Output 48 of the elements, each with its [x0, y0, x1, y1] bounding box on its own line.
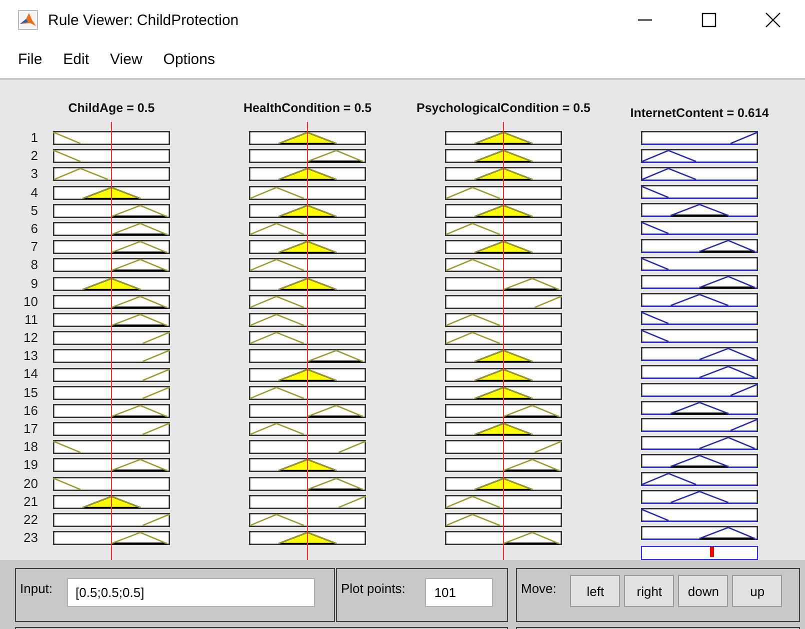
rule-number: 4	[30, 184, 39, 202]
rule-number: 23	[22, 529, 39, 548]
rule-number: 3	[30, 165, 39, 184]
variable-label: InternetContent = 0.614	[630, 106, 769, 119]
close-icon[interactable]	[764, 11, 782, 29]
variable-label: HealthCondition = 0.5	[243, 101, 372, 117]
move-button[interactable]: up	[732, 575, 782, 607]
rule-number: 5	[30, 202, 39, 220]
rule-number: 6	[30, 220, 39, 238]
rule-number: 16	[22, 402, 39, 420]
maximize-icon[interactable]	[700, 11, 718, 29]
input-field[interactable]: [0.5;0.5;0.5]	[66, 578, 315, 607]
rule-number: 1	[30, 129, 39, 147]
rule-number: 21	[22, 492, 39, 511]
rule-number: 12	[22, 329, 39, 348]
rule-number: 20	[22, 474, 39, 493]
rule-number: 17	[22, 420, 39, 438]
move-label: Move:	[521, 580, 556, 598]
menu-item[interactable]: Edit	[55, 50, 98, 68]
rule-number: 2	[30, 147, 39, 166]
rule-number: 18	[22, 438, 39, 456]
app-icon	[18, 10, 38, 30]
variable-label: PsychologicalCondition = 0.5	[416, 101, 590, 117]
input-line[interactable]	[502, 122, 504, 560]
menu-item[interactable]: File	[10, 50, 50, 68]
window-title: Rule Viewer: ChildProtection	[48, 12, 239, 28]
input-line[interactable]	[306, 122, 308, 560]
menu-item[interactable]: View	[102, 50, 150, 68]
rule-number: 10	[22, 292, 39, 311]
rule-number: 8	[30, 256, 39, 274]
input-line[interactable]	[110, 122, 112, 560]
variable-label: ChildAge = 0.5	[68, 101, 155, 117]
rule-number: 13	[22, 347, 39, 366]
rule-number: 19	[22, 456, 39, 474]
plot-points-field[interactable]: 101	[425, 578, 494, 607]
move-button[interactable]: right	[624, 575, 674, 607]
move-button[interactable]: left	[570, 575, 620, 607]
move-button[interactable]: down	[678, 575, 728, 607]
rule-number: 9	[30, 274, 39, 292]
rule-number: 15	[22, 384, 39, 402]
plot-points-label: Plot points:	[341, 580, 406, 598]
rule-number: 22	[22, 510, 39, 529]
output-marker	[710, 547, 714, 558]
input-label: Input:	[20, 580, 53, 598]
rule-number: 14	[22, 365, 39, 384]
rule-number: 11	[24, 310, 39, 329]
menu-item[interactable]: Options	[155, 50, 223, 68]
rule-number: 7	[30, 238, 39, 256]
